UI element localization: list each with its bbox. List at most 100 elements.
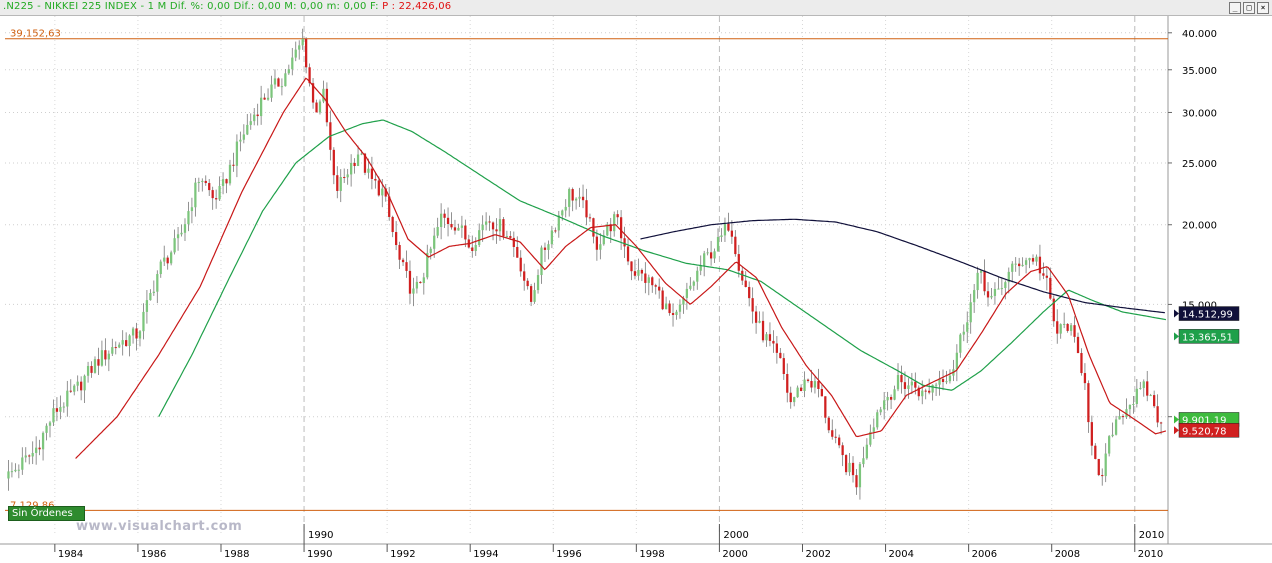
sin-ordenes-badge[interactable]: Sin Órdenes bbox=[8, 506, 85, 521]
candle-up bbox=[765, 334, 768, 341]
candle-down bbox=[1153, 395, 1156, 407]
candle-up bbox=[879, 409, 882, 413]
minimize-button[interactable]: _ bbox=[1229, 2, 1241, 14]
major-year-label: 1990 bbox=[308, 530, 333, 541]
candle-up bbox=[176, 234, 180, 239]
candle-up bbox=[973, 290, 976, 303]
candle-down bbox=[644, 273, 647, 283]
candle-up bbox=[21, 457, 24, 470]
candle-up bbox=[862, 458, 865, 465]
candle-down bbox=[370, 168, 374, 179]
x-tick-label: 2002 bbox=[805, 549, 830, 560]
candle-down bbox=[277, 78, 280, 87]
candle-down bbox=[748, 286, 751, 299]
candle-up bbox=[803, 379, 806, 392]
candle-up bbox=[910, 381, 913, 386]
min-label: m: bbox=[326, 1, 341, 12]
candle-up bbox=[907, 385, 910, 389]
candle-down bbox=[1146, 381, 1149, 396]
candle-down bbox=[817, 381, 820, 389]
candle-down bbox=[789, 392, 792, 403]
major-year-label: 2000 bbox=[723, 530, 748, 541]
candle-up bbox=[128, 335, 131, 346]
candle-up bbox=[152, 291, 155, 293]
candle-up bbox=[959, 334, 962, 353]
candle-up bbox=[966, 322, 969, 332]
candle-up bbox=[48, 422, 52, 426]
candle-down bbox=[471, 247, 474, 252]
candle-up bbox=[131, 328, 135, 336]
candle-down bbox=[806, 379, 810, 381]
candle-up bbox=[235, 141, 239, 166]
candle-down bbox=[619, 217, 623, 239]
candle-up bbox=[159, 261, 162, 275]
candle-up bbox=[1114, 419, 1118, 435]
candle-up bbox=[696, 270, 699, 282]
candle-down bbox=[443, 213, 446, 218]
candle-up bbox=[793, 397, 796, 403]
candle-up bbox=[536, 275, 540, 291]
candle-down bbox=[751, 298, 754, 312]
candle-down bbox=[1080, 353, 1083, 374]
candle-down bbox=[519, 257, 522, 272]
candle-down bbox=[827, 417, 830, 431]
dif-value: 0,00 bbox=[257, 1, 281, 12]
close-button[interactable]: × bbox=[1257, 2, 1269, 14]
candle-up bbox=[412, 288, 415, 294]
symbol: .N225 bbox=[3, 1, 34, 12]
candle-up bbox=[163, 257, 166, 262]
reference-line-label: 39,152,63 bbox=[10, 29, 61, 40]
candle-up bbox=[474, 244, 477, 252]
candle-up bbox=[291, 57, 294, 70]
grid bbox=[0, 16, 1272, 545]
candle-up bbox=[599, 244, 602, 250]
y-tick-label: 25.000 bbox=[1182, 159, 1217, 170]
candle-down bbox=[928, 390, 931, 393]
candle-down bbox=[256, 114, 259, 117]
candle-up bbox=[723, 223, 727, 236]
candle-up bbox=[997, 288, 1000, 290]
candle-up bbox=[83, 375, 86, 391]
candle-up bbox=[979, 270, 983, 273]
x-tick-label: 2008 bbox=[1055, 549, 1080, 560]
candle-up bbox=[149, 292, 152, 301]
candle-up bbox=[1028, 258, 1031, 261]
candle-down bbox=[623, 238, 626, 247]
candle-up bbox=[990, 295, 993, 298]
candle-down bbox=[523, 271, 526, 281]
candle-down bbox=[516, 246, 519, 258]
candle-down bbox=[772, 340, 775, 344]
candle-down bbox=[658, 286, 661, 291]
max-label: M: bbox=[284, 1, 297, 12]
candle-up bbox=[201, 180, 204, 183]
candle-down bbox=[1121, 416, 1125, 418]
candle-up bbox=[876, 412, 879, 428]
x-tick-label: 1996 bbox=[556, 549, 581, 560]
candle-up bbox=[1021, 264, 1024, 267]
candle-up bbox=[45, 425, 48, 433]
candle-up bbox=[138, 331, 142, 339]
candle-down bbox=[104, 350, 107, 360]
candle-up bbox=[460, 225, 464, 228]
candle-up bbox=[1004, 282, 1007, 289]
candle-down bbox=[782, 358, 785, 375]
candle-up bbox=[180, 232, 183, 235]
candle-down bbox=[986, 291, 990, 298]
candlesticks bbox=[7, 28, 1163, 500]
candle-up bbox=[381, 188, 384, 196]
candle-down bbox=[1101, 475, 1104, 477]
candle-down bbox=[305, 38, 308, 68]
price-chart[interactable]: 39,152,637,129,86 40.000 35.000 30.000 25.0… bbox=[0, 16, 1272, 563]
candle-down bbox=[55, 408, 59, 412]
maximize-button[interactable]: □ bbox=[1243, 2, 1255, 14]
candle-down bbox=[343, 177, 346, 179]
candle-up bbox=[564, 206, 567, 211]
x-tick-label: 2000 bbox=[722, 549, 747, 560]
candle-up bbox=[429, 248, 432, 253]
price-label: P : bbox=[382, 1, 396, 12]
candle-down bbox=[495, 229, 498, 232]
candle-down bbox=[1073, 325, 1076, 337]
watermark: www.visualchart.com bbox=[76, 519, 243, 534]
candle-up bbox=[1139, 387, 1142, 389]
x-tick-label: 2010 bbox=[1138, 549, 1163, 560]
